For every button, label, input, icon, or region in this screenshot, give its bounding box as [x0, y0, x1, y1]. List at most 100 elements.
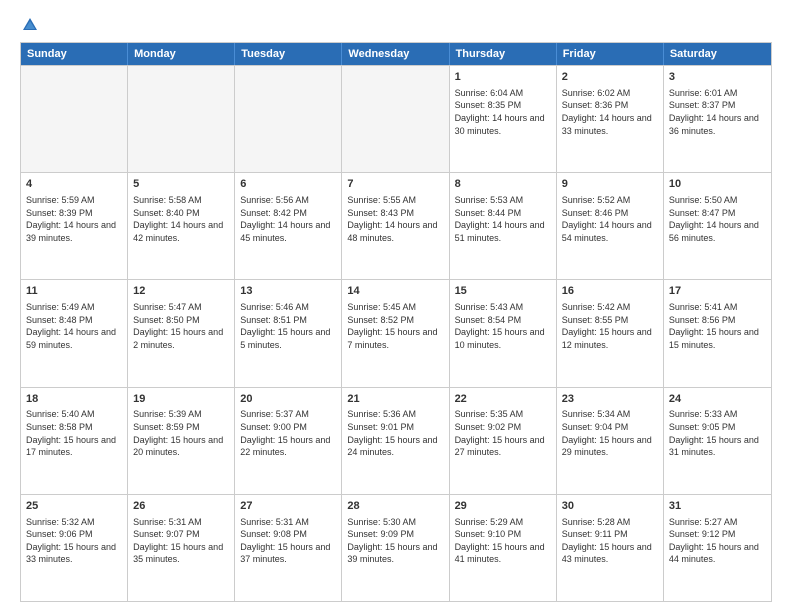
cell-text: Sunrise: 5:34 AMSunset: 9:04 PMDaylight:…	[562, 408, 658, 458]
table-row: 22Sunrise: 5:35 AMSunset: 9:02 PMDayligh…	[450, 388, 557, 494]
day-number: 2	[562, 70, 658, 85]
cell-text: Sunrise: 5:30 AMSunset: 9:09 PMDaylight:…	[347, 516, 443, 566]
day-number: 7	[347, 177, 443, 192]
day-number: 4	[26, 177, 122, 192]
calendar-week-2: 4 Sunrise: 5:59 AMSunset: 8:39 PMDaylight…	[21, 172, 771, 279]
table-row: 26 Sunrise: 5:31 AMSunset: 9:07 PMDayligh…	[128, 495, 235, 601]
day-number: 16	[562, 284, 658, 299]
day-number: 28	[347, 499, 443, 514]
table-row: 2 Sunrise: 6:02 AMSunset: 8:36 PMDaylight…	[557, 66, 664, 172]
table-row	[128, 66, 235, 172]
cell-text: Sunrise: 5:40 AMSunset: 8:58 PMDaylight:…	[26, 408, 122, 458]
table-row: 21Sunrise: 5:36 AMSunset: 9:01 PMDayligh…	[342, 388, 449, 494]
day-number: 27	[240, 499, 336, 514]
header-friday: Friday	[557, 43, 664, 65]
table-row: 28 Sunrise: 5:30 AMSunset: 9:09 PMDayligh…	[342, 495, 449, 601]
cell-text: Sunrise: 5:37 AMSunset: 9:00 PMDaylight:…	[240, 408, 336, 458]
calendar-body: 1 Sunrise: 6:04 AMSunset: 8:35 PMDaylight…	[21, 65, 771, 601]
table-row: 4 Sunrise: 5:59 AMSunset: 8:39 PMDaylight…	[21, 173, 128, 279]
cell-text: Sunrise: 5:50 AMSunset: 8:47 PMDaylight:…	[669, 194, 766, 244]
table-row: 19Sunrise: 5:39 AMSunset: 8:59 PMDayligh…	[128, 388, 235, 494]
table-row: 10 Sunrise: 5:50 AMSunset: 8:47 PMDayligh…	[664, 173, 771, 279]
header-thursday: Thursday	[450, 43, 557, 65]
day-number: 26	[133, 499, 229, 514]
cell-text: Sunrise: 6:04 AMSunset: 8:35 PMDaylight:…	[455, 87, 551, 137]
cell-text: Sunrise: 5:43 AMSunset: 8:54 PMDaylight:…	[455, 301, 551, 351]
day-number: 24	[669, 392, 766, 407]
header-tuesday: Tuesday	[235, 43, 342, 65]
day-number: 8	[455, 177, 551, 192]
header-wednesday: Wednesday	[342, 43, 449, 65]
cell-text: Sunrise: 5:53 AMSunset: 8:44 PMDaylight:…	[455, 194, 551, 244]
cell-text: Sunrise: 5:39 AMSunset: 8:59 PMDaylight:…	[133, 408, 229, 458]
day-number: 10	[669, 177, 766, 192]
day-number: 13	[240, 284, 336, 299]
calendar-header: Sunday Monday Tuesday Wednesday Thursday…	[21, 43, 771, 65]
table-row: 12 Sunrise: 5:47 AMSunset: 8:50 PMDayligh…	[128, 280, 235, 386]
table-row: 9 Sunrise: 5:52 AMSunset: 8:46 PMDaylight…	[557, 173, 664, 279]
day-number: 17	[669, 284, 766, 299]
logo	[20, 16, 39, 34]
cell-text: Sunrise: 5:28 AMSunset: 9:11 PMDaylight:…	[562, 516, 658, 566]
header-monday: Monday	[128, 43, 235, 65]
day-number: 1	[455, 70, 551, 85]
day-number: 15	[455, 284, 551, 299]
table-row: 15 Sunrise: 5:43 AMSunset: 8:54 PMDayligh…	[450, 280, 557, 386]
cell-text: Sunrise: 5:41 AMSunset: 8:56 PMDaylight:…	[669, 301, 766, 351]
calendar-week-3: 11 Sunrise: 5:49 AMSunset: 8:48 PMDayligh…	[21, 279, 771, 386]
cell-text: Sunrise: 5:42 AMSunset: 8:55 PMDaylight:…	[562, 301, 658, 351]
table-row: 25Sunrise: 5:32 AMSunset: 9:06 PMDayligh…	[21, 495, 128, 601]
cell-text: Sunrise: 5:55 AMSunset: 8:43 PMDaylight:…	[347, 194, 443, 244]
table-row: 3Sunrise: 6:01 AMSunset: 8:37 PMDaylight…	[664, 66, 771, 172]
cell-text: Sunrise: 6:02 AMSunset: 8:36 PMDaylight:…	[562, 87, 658, 137]
table-row	[21, 66, 128, 172]
table-row: 14Sunrise: 5:45 AMSunset: 8:52 PMDayligh…	[342, 280, 449, 386]
day-number: 19	[133, 392, 229, 407]
cell-text: Sunrise: 5:27 AMSunset: 9:12 PMDaylight:…	[669, 516, 766, 566]
cell-text: Sunrise: 5:45 AMSunset: 8:52 PMDaylight:…	[347, 301, 443, 351]
day-number: 21	[347, 392, 443, 407]
cell-text: Sunrise: 5:58 AMSunset: 8:40 PMDaylight:…	[133, 194, 229, 244]
day-number: 20	[240, 392, 336, 407]
day-number: 11	[26, 284, 122, 299]
day-number: 12	[133, 284, 229, 299]
cell-text: Sunrise: 5:52 AMSunset: 8:46 PMDaylight:…	[562, 194, 658, 244]
table-row: 27 Sunrise: 5:31 AMSunset: 9:08 PMDayligh…	[235, 495, 342, 601]
table-row: 30Sunrise: 5:28 AMSunset: 9:11 PMDayligh…	[557, 495, 664, 601]
table-row: 23Sunrise: 5:34 AMSunset: 9:04 PMDayligh…	[557, 388, 664, 494]
cell-text: Sunrise: 5:49 AMSunset: 8:48 PMDaylight:…	[26, 301, 122, 351]
table-row: 7 Sunrise: 5:55 AMSunset: 8:43 PMDaylight…	[342, 173, 449, 279]
day-number: 18	[26, 392, 122, 407]
cell-text: Sunrise: 5:33 AMSunset: 9:05 PMDaylight:…	[669, 408, 766, 458]
cell-text: Sunrise: 6:01 AMSunset: 8:37 PMDaylight:…	[669, 87, 766, 137]
calendar: Sunday Monday Tuesday Wednesday Thursday…	[20, 42, 772, 602]
cell-text: Sunrise: 5:35 AMSunset: 9:02 PMDaylight:…	[455, 408, 551, 458]
table-row: 6Sunrise: 5:56 AMSunset: 8:42 PMDaylight…	[235, 173, 342, 279]
day-number: 9	[562, 177, 658, 192]
day-number: 25	[26, 499, 122, 514]
day-number: 29	[455, 499, 551, 514]
table-row: 18Sunrise: 5:40 AMSunset: 8:58 PMDayligh…	[21, 388, 128, 494]
page: Sunday Monday Tuesday Wednesday Thursday…	[0, 0, 792, 612]
header-saturday: Saturday	[664, 43, 771, 65]
cell-text: Sunrise: 5:47 AMSunset: 8:50 PMDaylight:…	[133, 301, 229, 351]
table-row: 31 Sunrise: 5:27 AMSunset: 9:12 PMDayligh…	[664, 495, 771, 601]
table-row: 20Sunrise: 5:37 AMSunset: 9:00 PMDayligh…	[235, 388, 342, 494]
day-number: 31	[669, 499, 766, 514]
table-row: 29 Sunrise: 5:29 AMSunset: 9:10 PMDayligh…	[450, 495, 557, 601]
table-row	[235, 66, 342, 172]
cell-text: Sunrise: 5:46 AMSunset: 8:51 PMDaylight:…	[240, 301, 336, 351]
cell-text: Sunrise: 5:31 AMSunset: 9:08 PMDaylight:…	[240, 516, 336, 566]
header-sunday: Sunday	[21, 43, 128, 65]
table-row: 1 Sunrise: 6:04 AMSunset: 8:35 PMDaylight…	[450, 66, 557, 172]
logo-icon	[21, 16, 39, 34]
cell-text: Sunrise: 5:29 AMSunset: 9:10 PMDaylight:…	[455, 516, 551, 566]
cell-text: Sunrise: 5:36 AMSunset: 9:01 PMDaylight:…	[347, 408, 443, 458]
calendar-week-1: 1 Sunrise: 6:04 AMSunset: 8:35 PMDaylight…	[21, 65, 771, 172]
cell-text: Sunrise: 5:59 AMSunset: 8:39 PMDaylight:…	[26, 194, 122, 244]
cell-text: Sunrise: 5:56 AMSunset: 8:42 PMDaylight:…	[240, 194, 336, 244]
table-row: 24Sunrise: 5:33 AMSunset: 9:05 PMDayligh…	[664, 388, 771, 494]
table-row	[342, 66, 449, 172]
table-row: 17 Sunrise: 5:41 AMSunset: 8:56 PMDayligh…	[664, 280, 771, 386]
cell-text: Sunrise: 5:31 AMSunset: 9:07 PMDaylight:…	[133, 516, 229, 566]
